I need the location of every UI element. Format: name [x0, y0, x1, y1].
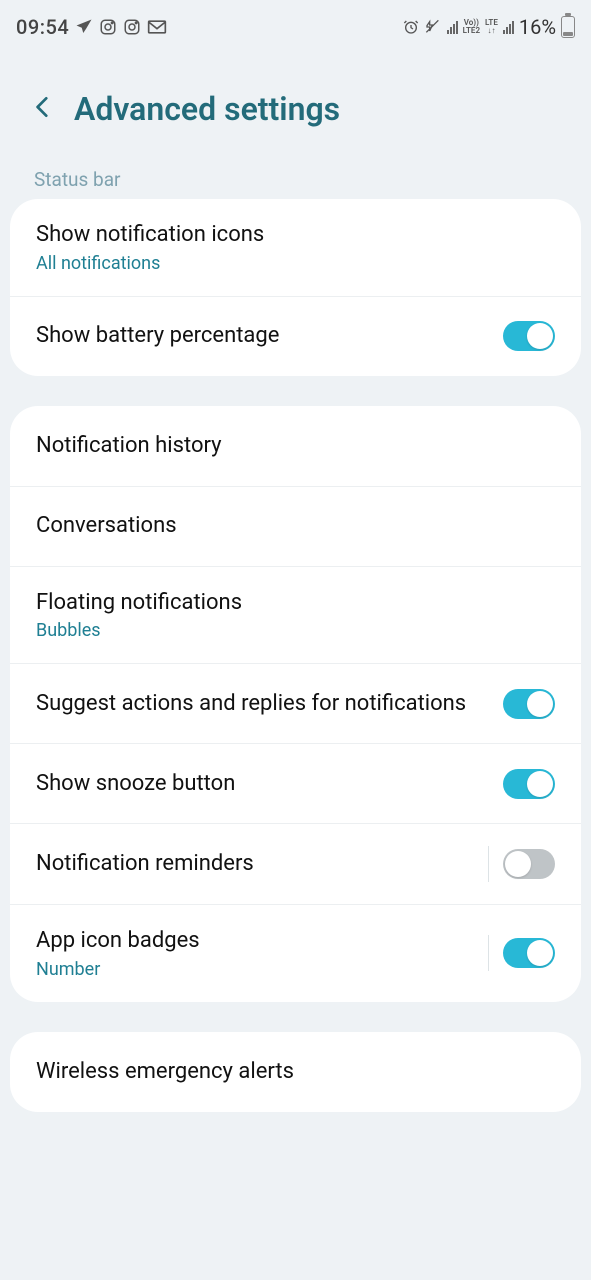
row-title: App icon badges: [36, 927, 474, 955]
row-title: Notification reminders: [36, 850, 474, 878]
row-notification-history[interactable]: Notification history: [10, 406, 581, 486]
row-show-notification-icons[interactable]: Show notification icons All notification…: [10, 199, 581, 296]
page-title: Advanced settings: [74, 90, 340, 128]
row-subtitle: Number: [36, 959, 474, 980]
row-app-icon-badges[interactable]: App icon badges Number: [10, 904, 581, 1002]
volte-indicator: Vo))LTE2: [463, 19, 480, 35]
row-wireless-emergency-alerts[interactable]: Wireless emergency alerts: [10, 1032, 581, 1112]
row-title: Floating notifications: [36, 589, 555, 617]
vibrate-icon: [424, 19, 442, 35]
row-notification-reminders[interactable]: Notification reminders: [10, 823, 581, 904]
row-subtitle: All notifications: [36, 253, 555, 274]
instagram-icon: [99, 18, 117, 36]
card-notifications: Notification history Conversations Float…: [10, 406, 581, 1002]
toggle-snooze-button[interactable]: [503, 769, 555, 799]
gmail-icon: [147, 19, 167, 35]
instagram-icon: [123, 18, 141, 36]
battery-icon: [561, 16, 575, 38]
row-suggest-actions[interactable]: Suggest actions and replies for notifica…: [10, 663, 581, 743]
card-wireless-alerts: Wireless emergency alerts: [10, 1032, 581, 1112]
page-header: Advanced settings: [0, 50, 591, 158]
row-title: Show snooze button: [36, 770, 489, 798]
row-title: Notification history: [36, 432, 555, 460]
alarm-icon: [403, 19, 419, 35]
telegram-icon: [75, 18, 93, 36]
row-conversations[interactable]: Conversations: [10, 486, 581, 566]
toggle-app-icon-badges[interactable]: [503, 938, 555, 968]
lte-indicator: LTE↓↑: [485, 19, 498, 35]
back-button[interactable]: [30, 94, 56, 124]
row-title: Conversations: [36, 512, 555, 540]
row-title: Show battery percentage: [36, 322, 489, 350]
status-time: 09:54: [16, 15, 69, 39]
toggle-notification-reminders[interactable]: [503, 849, 555, 879]
signal-icon: [447, 20, 458, 34]
row-title: Suggest actions and replies for notifica…: [36, 690, 489, 718]
divider-vertical: [488, 935, 489, 971]
row-title: Wireless emergency alerts: [36, 1058, 555, 1086]
row-subtitle: Bubbles: [36, 620, 555, 641]
toggle-battery-percentage[interactable]: [503, 321, 555, 351]
status-left: 09:54: [16, 15, 167, 39]
toggle-suggest-actions[interactable]: [503, 689, 555, 719]
row-show-snooze-button[interactable]: Show snooze button: [10, 743, 581, 823]
row-title: Show notification icons: [36, 221, 555, 249]
section-label-status-bar: Status bar: [0, 158, 591, 199]
row-floating-notifications[interactable]: Floating notifications Bubbles: [10, 566, 581, 664]
signal-icon: [503, 20, 514, 34]
status-right: Vo))LTE2 LTE↓↑ 16%: [403, 15, 575, 39]
battery-percentage: 16%: [519, 15, 556, 39]
card-status-bar: Show notification icons All notification…: [10, 199, 581, 376]
row-show-battery-percentage[interactable]: Show battery percentage: [10, 296, 581, 376]
system-status-bar: 09:54 Vo))LTE2 LTE↓↑ 16%: [0, 0, 591, 50]
divider-vertical: [488, 846, 489, 882]
